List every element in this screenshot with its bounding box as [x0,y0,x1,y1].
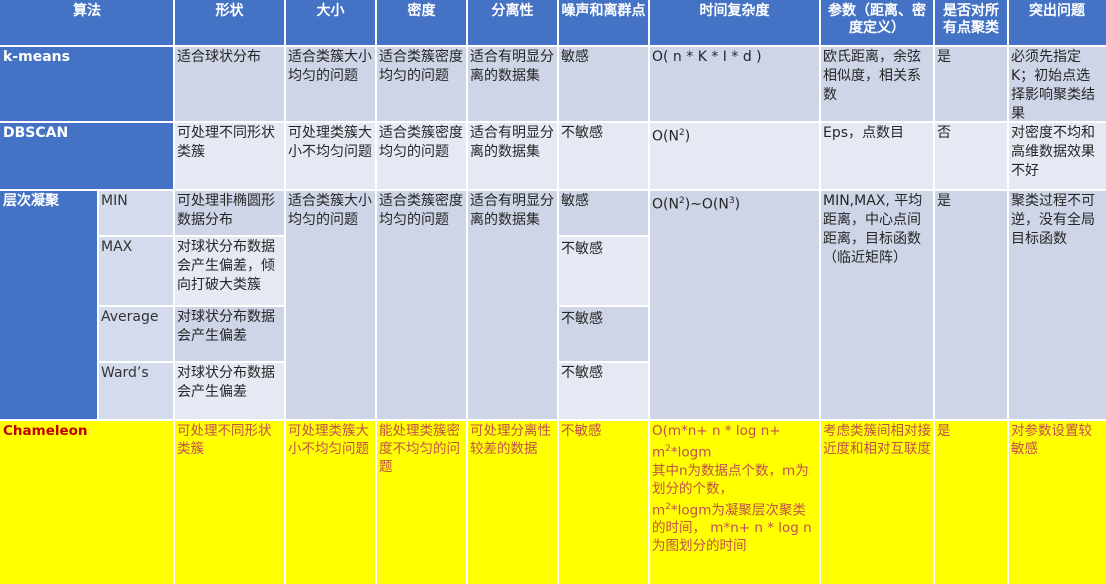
grid-line [98,235,285,237]
dbscan-density: 适合类簇密度均匀的问题 [376,122,467,190]
hier-max-shape: 对球状分布数据会产生偏差，倾向打破大类簇 [174,236,285,306]
chameleon-issue: 对参数设置较敏感 [1008,420,1106,584]
chameleon-density: 能处理类簇密度不均匀的问题 [376,420,467,584]
header-shape: 形状 [174,0,285,46]
dbscan-noise: 不敏感 [558,122,649,190]
hier-params: MIN,MAX, 平均距离，中心点间距离，目标函数（临近矩阵） [820,190,934,420]
algorithm-kmeans: k-means [0,46,174,122]
kmeans-all-points: 是 [934,46,1008,122]
hier-sub-max: MAX [98,236,174,306]
grid-line [0,419,1106,421]
hier-average-shape: 对球状分布数据会产生偏差 [174,306,285,362]
grid-line [173,0,175,584]
chameleon-noise: 不敏感 [558,420,649,584]
chameleon-complexity-line1: O(m*n+ n * log n+ [652,423,781,439]
dbscan-complexity: O(N2) [649,122,820,190]
header-params: 参数（距离、密度定义） [820,0,934,46]
hier-wards-shape: 对球状分布数据会产生偏差 [174,362,285,420]
hier-complexity: O(N2)~O(N3) [649,190,820,420]
header-noise: 噪声和离群点 [558,0,649,46]
algorithm-dbscan: DBSCAN [0,122,174,190]
header-all-points: 是否对所有点聚类 [934,0,1008,46]
header-size: 大小 [285,0,376,46]
chameleon-separation: 可处理分离性较差的数据 [467,420,558,584]
kmeans-shape: 适合球状分布 [174,46,285,122]
grid-line [0,45,1106,47]
kmeans-complexity: O( n * K * I * d ) [649,46,820,122]
kmeans-params: 欧氏距离，余弦相似度，相关系数 [820,46,934,122]
dbscan-shape: 可处理不同形状类簇 [174,122,285,190]
grid-line [819,0,821,584]
grid-line [98,361,285,363]
chameleon-complexity-line2: m2*logm [652,444,712,461]
kmeans-issue: 必须先指定K；初始点选择影响聚类结果 [1008,46,1106,122]
hier-min-shape: 可处理非椭圆形数据分布 [174,190,285,236]
grid-line [466,0,468,584]
hier-separation: 适合有明显分离的数据集 [467,190,558,420]
chameleon-complexity: O(m*n+ n * log n+ m2*logm 其中n为数据点个数，m为划分… [649,420,820,584]
hier-min-noise: 敏感 [558,190,649,236]
hier-max-noise: 不敏感 [558,236,649,306]
grid-line [0,189,1106,191]
hier-wards-noise: 不敏感 [558,362,649,420]
hier-density: 适合类簇密度均匀的问题 [376,190,467,420]
grid-line [558,361,649,363]
chameleon-all-points: 是 [934,420,1008,584]
dbscan-params: Eps，点数目 [820,122,934,190]
grid-line [557,0,559,584]
grid-line [0,121,1106,123]
header-complexity: 时间复杂度 [649,0,820,46]
kmeans-noise: 敏感 [558,46,649,122]
hier-issue: 聚类过程不可逆，没有全局目标函数 [1008,190,1106,420]
chameleon-complexity-note: 其中n为数据点个数，m为划分的个数， [652,462,809,497]
grid-line [284,0,286,584]
dbscan-all-points: 否 [934,122,1008,190]
kmeans-separation: 适合有明显分离的数据集 [467,46,558,122]
chameleon-complexity-note2: m2*logm为凝聚层次聚类的时间， m*n+ n * log n为图划分的时间 [652,501,812,555]
grid-line [648,0,650,584]
grid-line [1007,0,1009,584]
grid-line [558,305,649,307]
clustering-comparison-table: 算法 形状 大小 密度 分离性 噪声和离群点 时间复杂度 参数（距离、密度定义）… [0,0,1106,584]
grid-line [375,0,377,584]
dbscan-issue: 对密度不均和高维数据效果不好 [1008,122,1106,190]
header-issue: 突出问题 [1008,0,1106,46]
chameleon-params: 考虑类簇间相对接近度和相对互联度 [820,420,934,584]
grid-line [98,305,285,307]
header-algorithm: 算法 [0,0,174,46]
chameleon-size: 可处理类簇大小不均匀问题 [285,420,376,584]
kmeans-density: 适合类簇密度均匀的问题 [376,46,467,122]
kmeans-size: 适合类簇大小均匀的问题 [285,46,376,122]
algorithm-hierarchical: 层次凝聚 [0,190,98,420]
header-separation: 分离性 [467,0,558,46]
header-density: 密度 [376,0,467,46]
chameleon-shape: 可处理不同形状类簇 [174,420,285,584]
grid-line [933,0,935,584]
hier-sub-average: Average [98,306,174,362]
hier-sub-min: MIN [98,190,174,236]
algorithm-chameleon: Chameleon [0,420,174,584]
dbscan-size: 可处理类簇大小不均匀问题 [285,122,376,190]
hier-sub-wards: Ward’s [98,362,174,420]
hier-size: 适合类簇大小均匀的问题 [285,190,376,420]
dbscan-separation: 适合有明显分离的数据集 [467,122,558,190]
grid-line [558,235,649,237]
hier-all-points: 是 [934,190,1008,420]
hier-average-noise: 不敏感 [558,306,649,362]
